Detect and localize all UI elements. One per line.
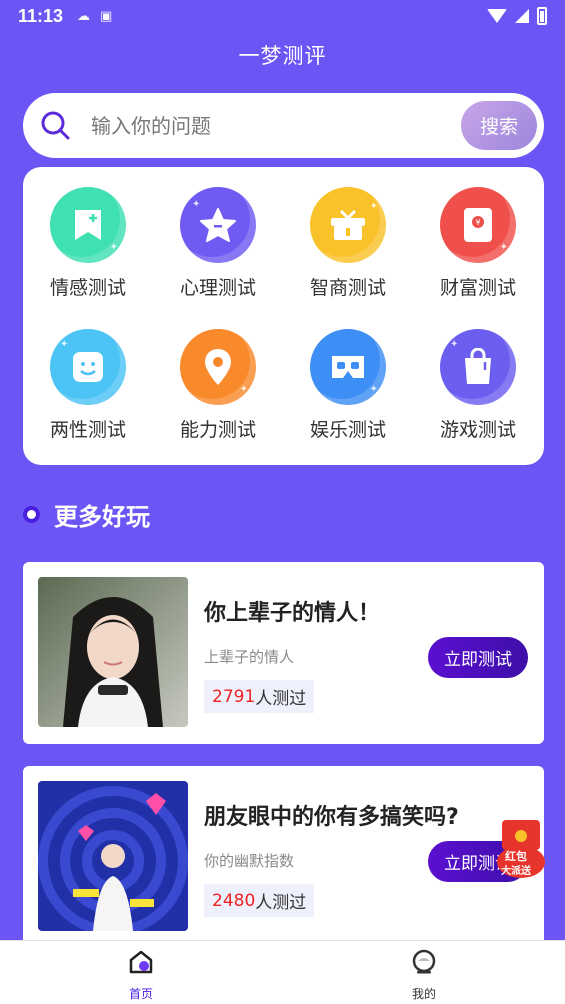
search-input[interactable] [91,107,461,145]
category-label: 游戏测试 [439,419,516,441]
category-wealth[interactable]: ¥ ✦ 财富测试 [418,187,538,317]
category-game[interactable]: ✦ 游戏测试 [418,329,538,459]
red-envelope-icon: ¥ ✦ [440,187,516,263]
tab-label: 首页 [128,987,153,1001]
status-time: 11:13 [18,5,64,26]
gift-box-icon: ✦ [310,187,386,263]
tab-home[interactable]: 首页 [101,949,181,1002]
bookmark-icon: ✦ [50,187,126,263]
quiz-count-suffix: 人测过 [255,689,307,709]
quiz-subtitle: 你的幽默指数 [204,852,295,870]
quiz-count-suffix: 人测过 [255,893,307,913]
quiz-count-badge: 2791 人测过 [204,680,315,713]
svg-text:¥: ¥ [475,218,480,227]
quiz-count-number: 2480 [212,890,256,911]
quiz-subtitle: 上辈子的情人 [204,648,295,666]
category-entertainment[interactable]: ✦ 娱乐测试 [288,329,408,459]
app-notification-icon: ▣ [100,8,113,24]
category-iq[interactable]: ✦ 智商测试 [288,187,408,317]
battery-icon [537,7,547,25]
red-envelope-promo-badge[interactable]: 红包 大派送 [496,820,546,880]
badge-line2: 大派送 [501,866,531,877]
quiz-count-badge: 2480 人测过 [204,884,315,917]
category-label: 两性测试 [49,419,126,441]
section-dot-icon [23,506,40,523]
quiz-card[interactable]: 朋友眼中的你有多搞笑吗? 你的幽默指数 2480 人测过 立即测试 [23,766,544,966]
quiz-title: 你上辈子的情人！ [204,601,381,626]
vr-glasses-icon: ✦ [310,329,386,405]
category-psychology[interactable]: ✦ 心理测试 [158,187,278,317]
profile-icon [412,949,436,974]
section-header: 更多好玩 [23,497,150,532]
bottom-tab-bar: 首页 我的 [0,940,565,1004]
search-button[interactable]: 搜索 [461,101,537,150]
smiley-icon: ✦ [50,329,126,405]
tab-label: 我的 [411,987,436,1001]
category-label: 情感测试 [49,277,126,299]
category-gender[interactable]: ✦ 两性测试 [28,329,148,459]
location-pin-icon: ✦ [180,329,256,405]
section-title: 更多好玩 [54,503,150,531]
category-emotion[interactable]: ✦ 情感测试 [28,187,148,317]
shopping-bag-icon: ✦ [440,329,516,405]
notification-icon: ☁ [77,8,91,24]
category-grid: ✦ 情感测试 ✦ 心理测试 ✦ 智商测试 ¥ ✦ 财富测试 ✦ 两性测试 ✦ 能… [23,167,544,465]
quiz-title: 朋友眼中的你有多搞笑吗? [204,805,459,830]
search-icon[interactable] [39,109,71,141]
search-bar: 搜索 [23,93,544,158]
category-label: 能力测试 [179,419,256,441]
tab-mine[interactable]: 我的 [384,949,464,1002]
start-test-button[interactable]: 立即测试 [428,637,528,678]
home-icon [129,950,153,974]
wifi-icon [487,9,507,23]
page-title: 一梦测评 [238,44,327,68]
category-label: 娱乐测试 [309,419,386,441]
category-ability[interactable]: ✦ 能力测试 [158,329,278,459]
category-label: 心理测试 [179,277,256,299]
quiz-count-number: 2791 [212,686,256,707]
quiz-thumbnail [38,577,188,727]
signal-icon [515,9,529,23]
quiz-card[interactable]: 你上辈子的情人！ 上辈子的情人 2791 人测过 立即测试 [23,562,544,744]
status-bar: 11:13 ☁ ▣ [0,0,565,32]
category-label: 智商测试 [309,277,386,299]
star-icon: ✦ [180,187,256,263]
quiz-thumbnail [38,781,188,931]
category-label: 财富测试 [439,277,516,299]
